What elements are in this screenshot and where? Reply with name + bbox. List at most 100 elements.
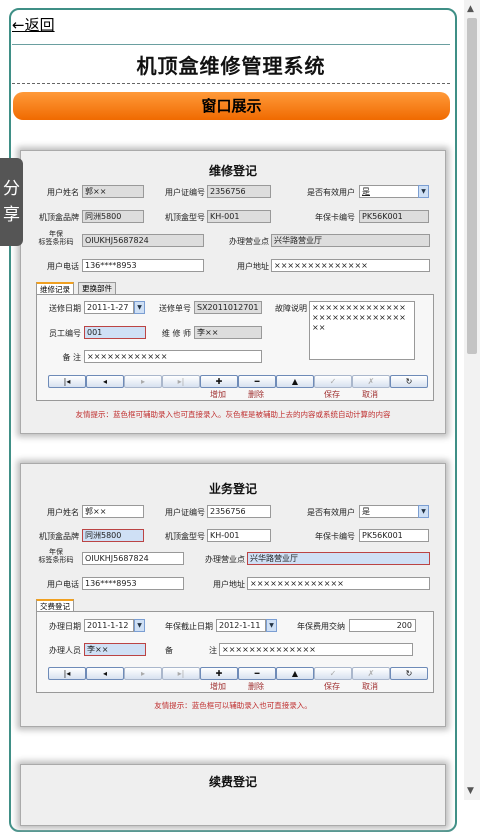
share-tab[interactable]: 分 享: [0, 158, 23, 246]
add-label: 增加: [210, 682, 226, 691]
label-handle-date: 办理日期: [49, 622, 81, 631]
field-remark[interactable]: ××××××××××××××: [219, 643, 413, 656]
cancel-button[interactable]: ✗: [352, 375, 390, 388]
field-phone[interactable]: 136****8953: [82, 577, 184, 590]
chevron-down-icon[interactable]: ▼: [418, 185, 429, 198]
delete-button[interactable]: ━: [238, 667, 276, 680]
scrollbar[interactable]: ▲ ▼: [464, 0, 480, 800]
field-send-date[interactable]: 2011-1-27: [84, 301, 134, 314]
field-repairer[interactable]: 李××: [194, 326, 262, 339]
scroll-thumb[interactable]: [467, 18, 477, 354]
business-tabs: 交费登记: [36, 599, 96, 612]
edit-button[interactable]: ▲: [276, 375, 314, 388]
cancel-button[interactable]: ✗: [352, 667, 390, 680]
date-picker-icon[interactable]: ▼: [134, 301, 145, 314]
last-record-button[interactable]: ▸|: [162, 667, 200, 680]
scroll-down-icon[interactable]: ▼: [467, 786, 474, 796]
field-office[interactable]: 兴华路营业厅: [271, 234, 430, 247]
field-user-name[interactable]: 郭××: [82, 505, 144, 518]
page-title: 机顶盒维修管理系统: [136, 54, 326, 78]
label-repairer: 维 修 师: [161, 329, 191, 338]
label-office: 办理营业点: [205, 555, 245, 564]
first-record-button[interactable]: |◂: [48, 375, 86, 388]
repair-panel: 维修登记 用户姓名 郭×× 用户证编号 2356756 是否有效用户 是 ▼ 机…: [20, 150, 446, 434]
field-phone[interactable]: 136****8953: [82, 259, 204, 272]
cancel-label: 取消: [362, 682, 378, 691]
label-phone: 用户电话: [47, 262, 79, 271]
label-user-name: 用户姓名: [47, 508, 79, 517]
save-button[interactable]: ✓: [314, 375, 352, 388]
save-button[interactable]: ✓: [314, 667, 352, 680]
prev-record-button[interactable]: ◂: [86, 375, 124, 388]
tab-replace-parts[interactable]: 更换部件: [78, 282, 116, 294]
add-button[interactable]: ✚: [200, 667, 238, 680]
repair-tabs: 维修记录 更换部件: [36, 282, 186, 295]
field-fault-desc[interactable]: ××××××××××××××××××××××××××××××: [309, 301, 415, 360]
label-fee: 年保费用交纳: [297, 622, 345, 631]
field-model[interactable]: KH-001: [207, 210, 271, 223]
repair-title: 维修登记: [208, 164, 257, 178]
share-label-2: 享: [3, 205, 20, 225]
label-staff-no: 员工编号: [49, 329, 81, 338]
select-valid-user[interactable]: 是: [359, 185, 419, 198]
field-handler[interactable]: 李××: [84, 643, 146, 656]
renewal-panel: 续费登记: [20, 764, 446, 826]
label-brand: 机顶盒品牌: [39, 213, 79, 222]
label-barcode-top: 年保: [49, 548, 63, 556]
refresh-button[interactable]: ↻: [390, 375, 428, 388]
label-cert-no: 用户证编号: [165, 508, 205, 517]
first-record-button[interactable]: |◂: [48, 667, 86, 680]
prev-record-button[interactable]: ◂: [86, 667, 124, 680]
field-model[interactable]: KH-001: [207, 529, 271, 542]
field-address[interactable]: ××××××××××××××: [247, 577, 430, 590]
business-panel: 业务登记 用户姓名 郭×× 用户证编号 2356756 是否有效用户 是 ▼ 机…: [20, 463, 446, 727]
label-address: 用户地址: [213, 580, 245, 589]
business-title: 业务登记: [208, 482, 257, 496]
label-brand: 机顶盒品牌: [39, 532, 79, 541]
field-user-name[interactable]: 郭××: [82, 185, 144, 198]
edit-button[interactable]: ▲: [276, 667, 314, 680]
label-warranty-no: 年保卡编号: [315, 213, 355, 222]
field-fee[interactable]: 200: [349, 619, 416, 632]
field-warranty-no[interactable]: PK56K001: [359, 529, 429, 542]
field-warranty-no[interactable]: PK56K001: [359, 210, 429, 223]
next-record-button[interactable]: ▸: [124, 375, 162, 388]
field-cert-no[interactable]: 2356756: [207, 505, 271, 518]
field-handle-date[interactable]: 2011-1-12: [84, 619, 134, 632]
label-remark-2: 注: [209, 646, 217, 655]
field-expire-date[interactable]: 2012-1-11: [216, 619, 266, 632]
label-model: 机顶盒型号: [165, 532, 205, 541]
field-barcode[interactable]: OIUKHJ5687824: [82, 234, 204, 247]
next-record-button[interactable]: ▸: [124, 667, 162, 680]
add-button[interactable]: ✚: [200, 375, 238, 388]
title-divider: [12, 83, 450, 84]
field-cert-no[interactable]: 2356756: [207, 185, 271, 198]
date-picker-icon[interactable]: ▼: [134, 619, 145, 632]
field-brand[interactable]: 同洲5800: [82, 529, 144, 542]
label-phone: 用户电话: [47, 580, 79, 589]
label-barcode-bottom: 标签条形码: [38, 238, 74, 246]
select-valid-user[interactable]: 是: [359, 505, 419, 518]
field-brand[interactable]: 同洲5800: [82, 210, 144, 223]
delete-label: 删除: [248, 682, 264, 691]
date-picker-icon[interactable]: ▼: [266, 619, 277, 632]
field-staff-no[interactable]: 001: [84, 326, 146, 339]
label-remark: 备 注: [62, 353, 81, 362]
back-link[interactable]: ←返回: [12, 14, 55, 35]
field-address[interactable]: ××××××××××××××: [271, 259, 430, 272]
label-valid-user: 是否有效用户: [307, 188, 355, 197]
scroll-up-icon[interactable]: ▲: [467, 4, 474, 14]
section-banner: 窗口展示: [13, 92, 450, 120]
delete-button[interactable]: ━: [238, 375, 276, 388]
field-remark[interactable]: ××××××××××××: [84, 350, 262, 363]
field-barcode[interactable]: OIUKHJ5687824: [82, 552, 184, 565]
refresh-button[interactable]: ↻: [390, 667, 428, 680]
label-address: 用户地址: [237, 262, 269, 271]
field-office[interactable]: 兴华路营业厅: [247, 552, 430, 565]
label-send-date: 送修日期: [49, 304, 81, 313]
chevron-down-icon[interactable]: ▼: [418, 505, 429, 518]
last-record-button[interactable]: ▸|: [162, 375, 200, 388]
cancel-label: 取消: [362, 390, 378, 399]
label-fault-desc: 故障说明: [275, 304, 307, 313]
field-order-no[interactable]: SX2011012701: [194, 301, 262, 314]
